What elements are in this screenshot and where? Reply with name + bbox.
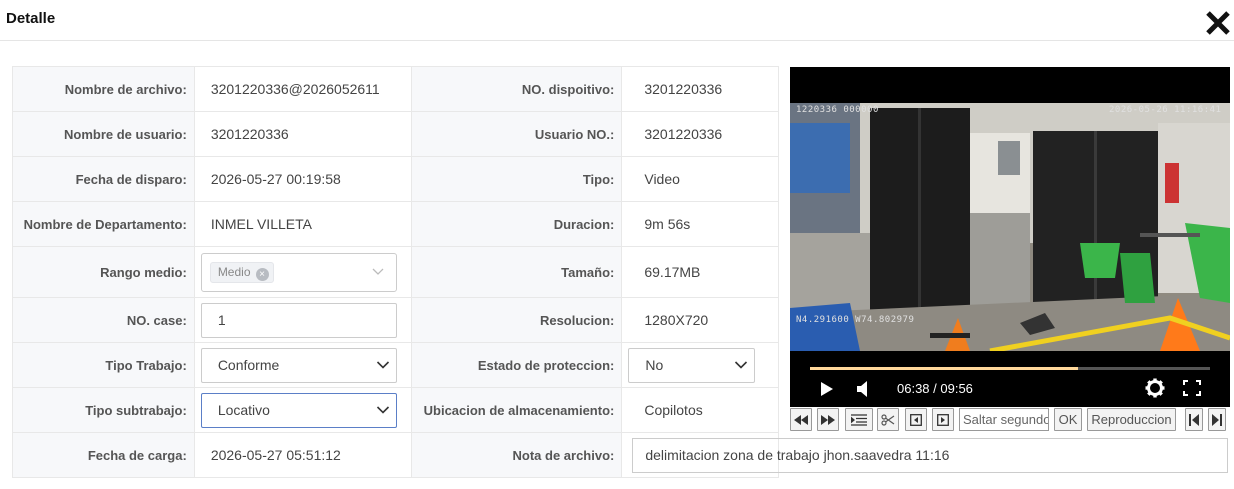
field-label: Tamaño:: [410, 246, 623, 298]
chevron-down-icon: [372, 268, 384, 275]
video-scene: [790, 103, 1230, 351]
chevron-down-icon: [376, 360, 389, 369]
frame-back-icon: [910, 413, 922, 426]
rewind-icon: [794, 414, 808, 425]
video-player[interactable]: 1220336 000000 2026-05-26 11:16:41 N4.29…: [790, 67, 1230, 407]
table-row: Rango medio: Medio × Tamaño: 69.17MB: [12, 246, 779, 298]
range-tag-label: Medio: [217, 264, 251, 279]
table-row: Fecha de disparo: 2026-05-27 00:19:58 Ti…: [12, 156, 779, 202]
frame-back-button[interactable]: [905, 408, 927, 431]
field-label: Rango medio:: [12, 246, 195, 298]
skip-start-icon: [1189, 413, 1199, 426]
work-subtype-select[interactable]: Locativo: [200, 392, 397, 428]
play-icon[interactable]: [820, 381, 834, 397]
trigger-date-value: 2026-05-27 00:19:58: [210, 171, 341, 187]
file-note-input[interactable]: delimitacion zona de trabajo jhon.saaved…: [632, 438, 1229, 473]
list-icon: [851, 413, 867, 426]
field-label: Tipo:: [410, 156, 623, 202]
table-row: Tipo subtrabajo: Locativo Ubicacion de a…: [12, 387, 779, 433]
gear-icon[interactable]: [1145, 378, 1165, 398]
playback-toolbar: Saltar segundos OK Reproduccion: [790, 408, 1230, 432]
field-label: Nombre de usuario:: [12, 111, 195, 157]
remove-tag-icon[interactable]: ×: [255, 267, 269, 281]
playlist-button[interactable]: [845, 408, 873, 431]
field-label: Duracion:: [410, 201, 623, 247]
table-row: Nombre de archivo: 3201220336@2026052611…: [12, 66, 779, 112]
dialog-header: Detalle: [0, 0, 1234, 41]
skip-end-button[interactable]: [1208, 408, 1226, 431]
field-label: Nota de archivo:: [410, 432, 623, 478]
detail-table: Nombre de archivo: 3201220336@2026052611…: [12, 66, 1229, 478]
dialog-title: Detalle: [6, 10, 56, 27]
work-type-value: Conforme: [217, 356, 280, 373]
osd-device-id: 1220336 000000: [796, 105, 879, 115]
chevron-down-icon: [735, 360, 748, 369]
table-row: NO. case: 1 Resolucion: 1280X720: [12, 297, 779, 343]
field-label: Fecha de carga:: [12, 432, 195, 478]
table-row: Nombre de usuario: 3201220336 Usuario NO…: [12, 111, 779, 157]
field-label: Ubicacion de almacenamiento:: [410, 387, 623, 433]
volume-icon[interactable]: [856, 380, 870, 398]
clip-button[interactable]: [877, 408, 899, 431]
department-value: INMEL VILLETA: [210, 216, 312, 232]
file-name-value: 3201220336@2026052611: [210, 81, 380, 97]
table-row: Nombre de Departamento: INMEL VILLETA Du…: [12, 201, 779, 247]
scissors-icon: [881, 413, 895, 426]
table-row: Fecha de carga: 2026-05-27 05:51:12 Nota…: [12, 432, 1229, 478]
device-number-value: 3201220336: [644, 81, 723, 97]
seek-seconds-input[interactable]: Saltar segundos: [959, 408, 1049, 431]
size-value: 69.17MB: [644, 264, 701, 280]
chevron-down-icon: [376, 405, 389, 414]
field-label: Tipo Trabajo:: [12, 342, 195, 388]
field-label: NO. dispoitivo:: [410, 66, 623, 112]
protection-state-value: No: [645, 356, 664, 373]
ok-button[interactable]: OK: [1054, 408, 1082, 431]
seek-bar[interactable]: [810, 367, 1210, 370]
fast-forward-icon: [821, 414, 835, 425]
frame-forward-button[interactable]: [932, 408, 954, 431]
seek-bar-fill: [810, 367, 1078, 370]
upload-date-value: 2026-05-27 05:51:12: [210, 447, 341, 463]
range-tag: Medio ×: [209, 261, 274, 283]
table-row: Tipo Trabajo: Conforme Estado de protecc…: [12, 342, 779, 388]
field-label: Nombre de Departamento:: [12, 201, 195, 247]
work-type-select[interactable]: Conforme: [200, 347, 397, 383]
osd-timestamp: 2026-05-26 11:16:41: [1109, 105, 1222, 115]
field-label: Usuario NO.:: [410, 111, 623, 157]
fullscreen-icon[interactable]: [1183, 380, 1201, 396]
type-value: Video: [644, 171, 680, 187]
protection-state-select[interactable]: No: [628, 347, 756, 383]
storage-location-value: Copilotos: [644, 402, 703, 418]
time-display: 06:38 / 09:56: [897, 381, 973, 396]
field-label: Tipo subtrabajo:: [12, 387, 195, 433]
rewind-button[interactable]: [790, 408, 812, 431]
duration-value: 9m 56s: [644, 216, 691, 232]
frame-forward-icon: [937, 413, 949, 426]
user-number-value: 3201220336: [644, 126, 723, 142]
user-name-value: 3201220336: [210, 126, 289, 142]
ok-button-label: OK: [1058, 412, 1078, 427]
field-label: Nombre de archivo:: [12, 66, 195, 112]
fast-forward-button[interactable]: [817, 408, 839, 431]
video-frame[interactable]: 1220336 000000 2026-05-26 11:16:41 N4.29…: [790, 103, 1230, 351]
field-label: Fecha de disparo:: [12, 156, 195, 202]
field-label: Resolucion:: [410, 297, 623, 343]
field-label: NO. case:: [12, 297, 195, 343]
work-subtype-value: Locativo: [217, 401, 270, 418]
skip-end-icon: [1212, 413, 1222, 426]
case-number-input[interactable]: 1: [200, 302, 397, 338]
range-select[interactable]: Medio ×: [200, 252, 397, 292]
resolution-value: 1280X720: [644, 312, 709, 328]
reproduccion-button[interactable]: Reproduccion: [1087, 408, 1176, 431]
skip-start-button[interactable]: [1185, 408, 1203, 431]
reproduccion-button-label: Reproduccion: [1091, 412, 1172, 427]
close-icon[interactable]: [1205, 10, 1231, 36]
field-label: Estado de proteccion:: [410, 342, 623, 388]
osd-coordinates: N4.291600 W74.802979: [796, 315, 915, 325]
